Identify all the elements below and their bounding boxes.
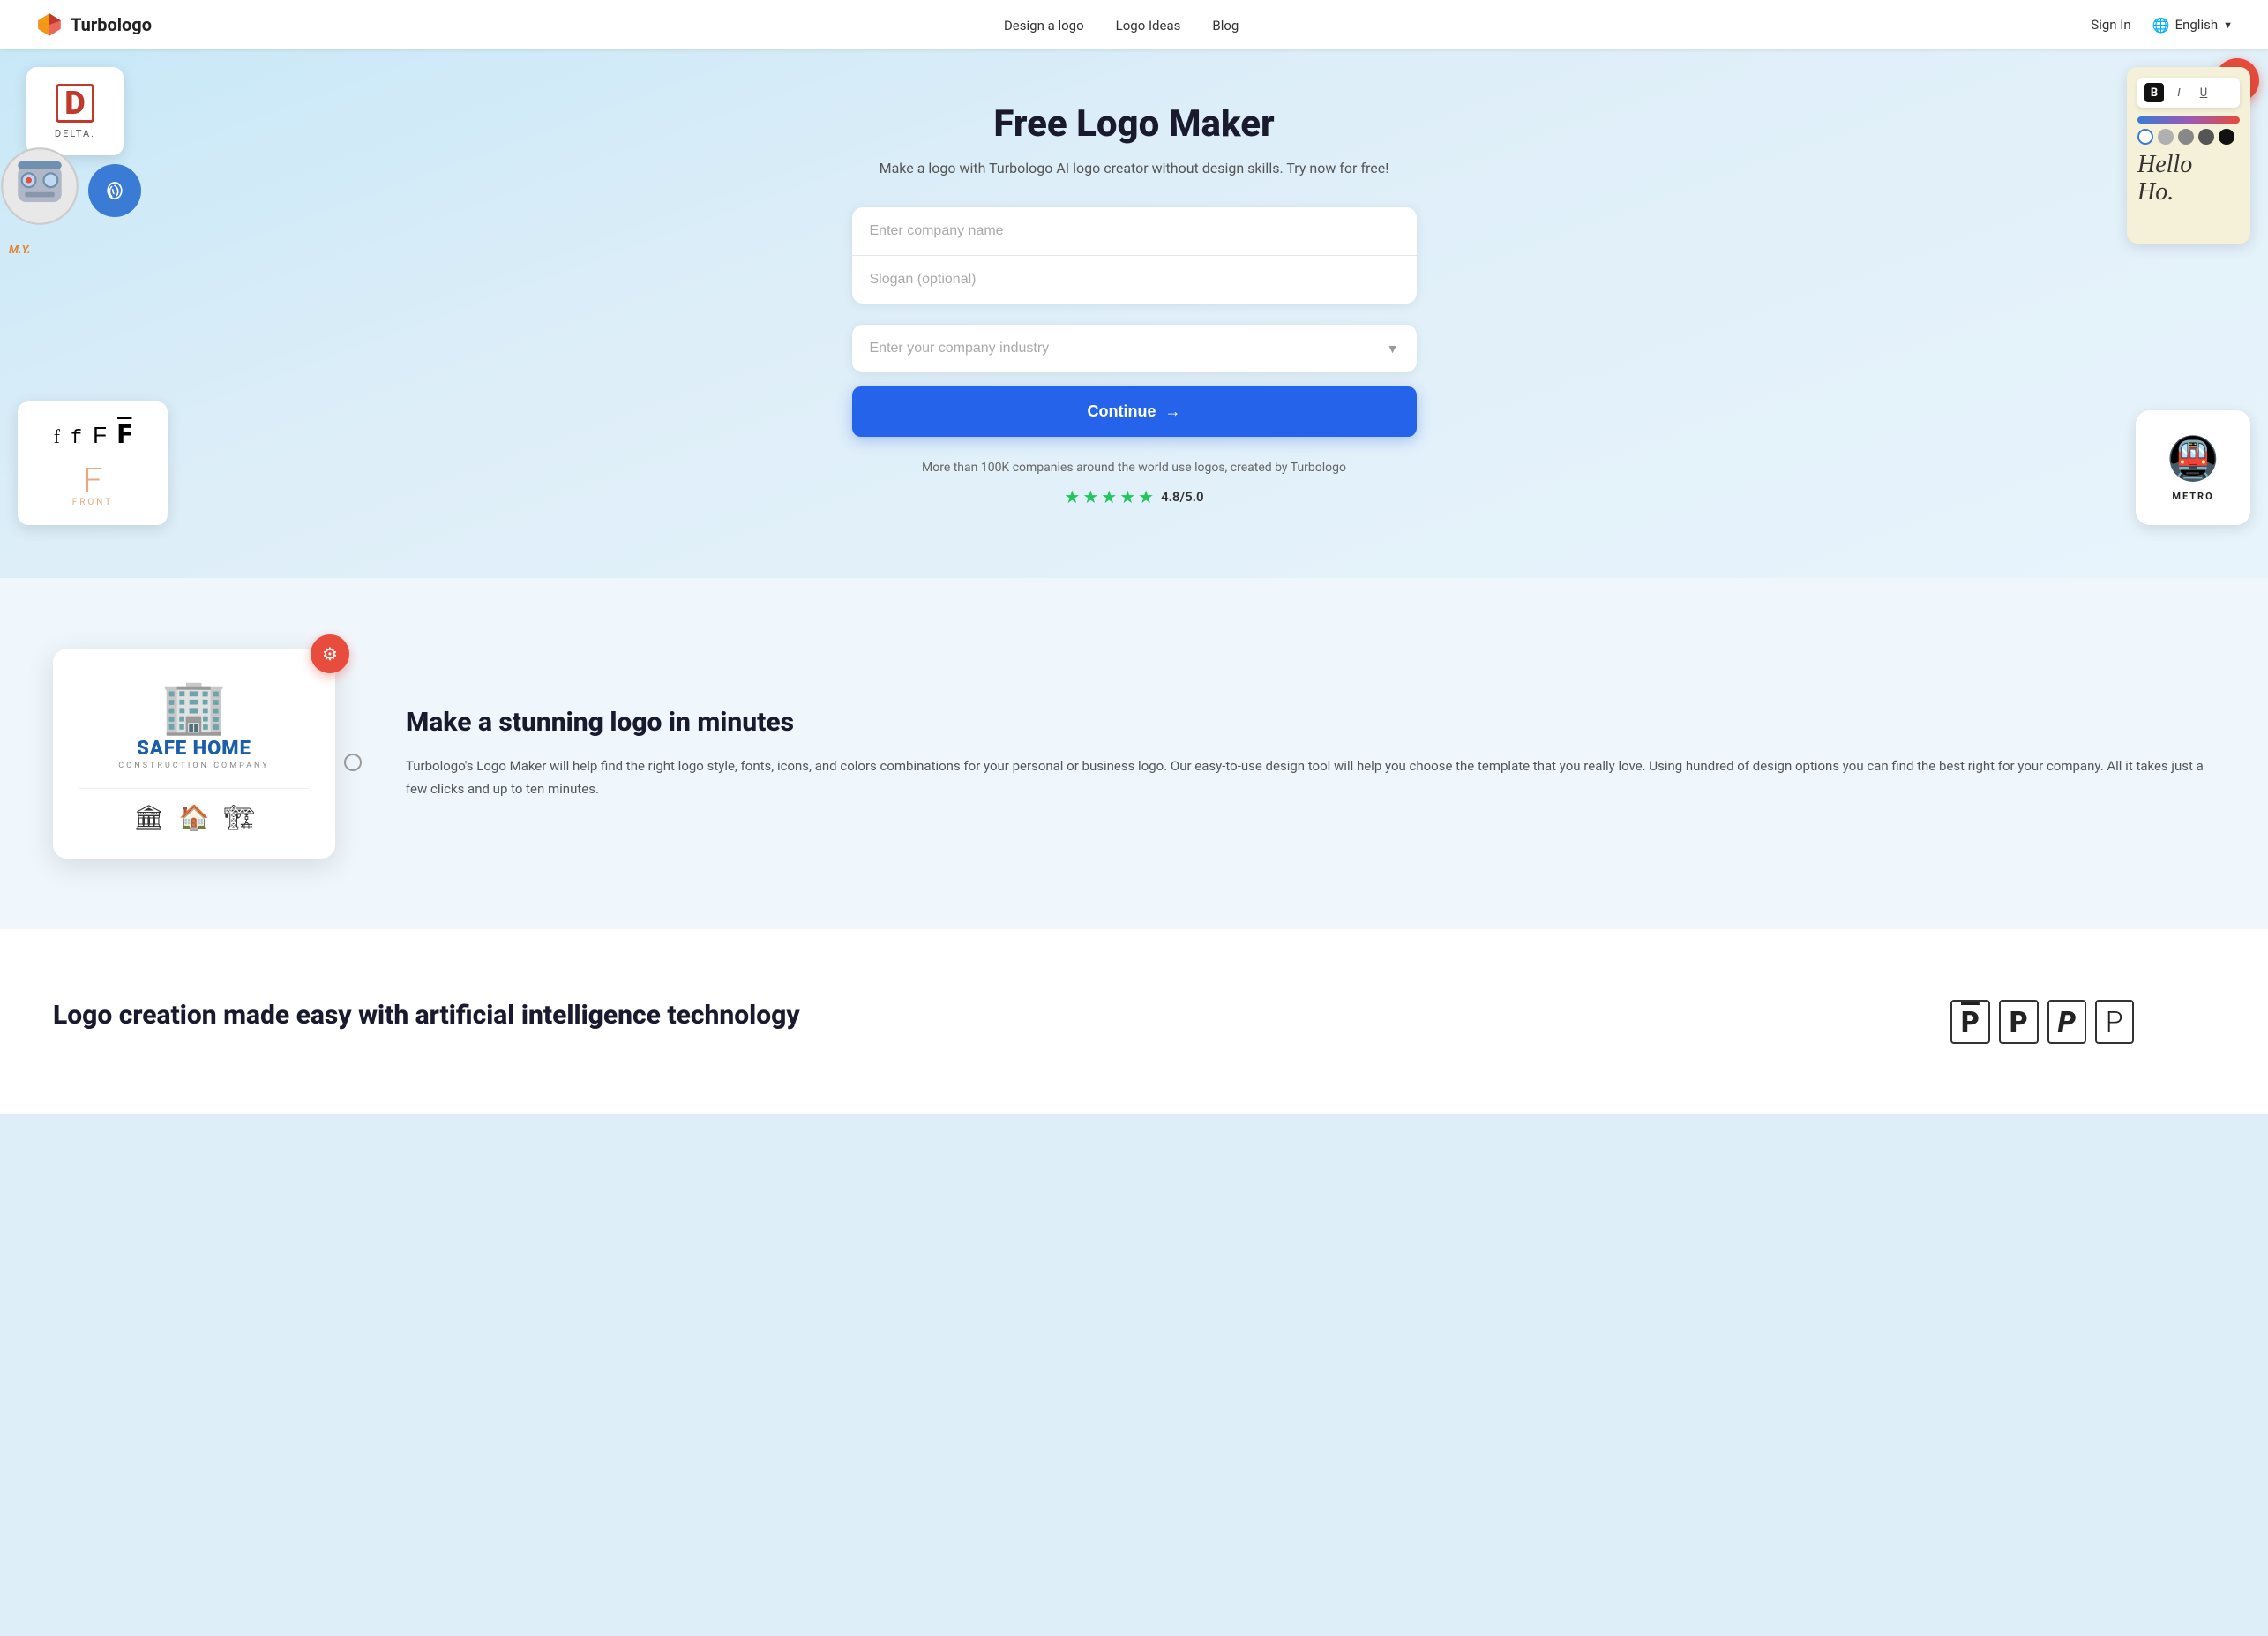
logo-text: Turbologo	[71, 14, 152, 35]
star-rating: ★ ★ ★ ★ ★	[1064, 486, 1154, 507]
bank-icon: 🏛	[133, 803, 165, 832]
section3-text: Logo creation made easy with artificial …	[53, 1000, 1880, 1041]
front-label: FRONT	[72, 498, 114, 507]
swatch-gray	[2178, 129, 2194, 145]
star-2: ★	[1082, 486, 1098, 507]
delta-letter: D	[56, 84, 94, 123]
color-gradient	[2137, 116, 2240, 124]
rating-row: ★ ★ ★ ★ ★ 4.8/5.0	[852, 486, 1417, 507]
section-ai-logo: Logo creation made easy with artificial …	[0, 929, 2268, 1114]
p-variant-3: P	[2047, 1000, 2086, 1044]
arrow-right-icon: →	[1165, 402, 1181, 421]
gear-icon: ⚙	[322, 643, 338, 664]
section2-description: Turbologo's Logo Maker will help find th…	[406, 755, 2215, 800]
robot-illustration	[0, 146, 79, 226]
hero-center: Free Logo Maker Make a logo with Turbolo…	[852, 102, 1417, 507]
slogan-input[interactable]	[852, 256, 1417, 304]
trust-text: More than 100K companies around the worl…	[852, 458, 1417, 477]
metro-label: METRO	[2172, 491, 2213, 502]
delta-logo-card: D DELTA.	[26, 67, 124, 155]
section2-title: Make a stunning logo in minutes	[406, 707, 2215, 738]
hero-section: D DELTA. M.Y.	[0, 49, 2268, 578]
hero-subtitle: Make a logo with Turbologo AI logo creat…	[852, 158, 1417, 179]
continue-label: Continue	[1088, 402, 1156, 421]
left-decorations: D DELTA. M.Y.	[0, 49, 194, 578]
safe-home-building-icon: 🏢	[161, 675, 228, 738]
font-variant-2: f	[71, 427, 82, 449]
safe-home-subtitle: CONSTRUCTION COMPANY	[118, 762, 270, 770]
star-1: ★	[1064, 486, 1080, 507]
section3-title: Logo creation made easy with artificial …	[53, 1000, 1880, 1031]
mockup-radio-button	[344, 754, 362, 771]
language-selector[interactable]: 🌐 English ▼	[2152, 17, 2233, 34]
italic-button: I	[2169, 83, 2189, 102]
navigation: Turbologo Design a logo Logo Ideas Blog …	[0, 0, 2268, 49]
industry-select-card: Enter your company industry ▼	[852, 325, 1417, 372]
p-variant-2: P	[1999, 1000, 2039, 1044]
metro-logo-card: 🚇 METRO	[2136, 410, 2250, 525]
delta-label: DELTA.	[55, 128, 95, 139]
font-variant-3: F	[93, 422, 107, 449]
mockup-gear-icon: ⚙	[311, 634, 349, 673]
color-swatches	[2137, 129, 2240, 145]
editor-toolbar: B I U	[2137, 78, 2240, 108]
star-4: ★	[1119, 486, 1135, 507]
swatch-white	[2137, 129, 2153, 145]
logo-link[interactable]: Turbologo	[35, 11, 152, 39]
nav-item-ideas[interactable]: Logo Ideas	[1116, 17, 1181, 34]
swatch-light-gray	[2158, 129, 2174, 145]
section2-text: Make a stunning logo in minutes Turbolog…	[406, 707, 2215, 800]
mockup-logo-area: 🏢 SAFE HOME CONSTRUCTION COMPANY	[79, 675, 309, 770]
text-editor-card: B I U HelloHo.	[2127, 67, 2250, 244]
continue-button[interactable]: Continue →	[852, 386, 1417, 437]
section3-right: P P P P	[1950, 1000, 2215, 1044]
right-decorations: ⚙ B I U HelloHo. 🚇 METRO	[2074, 49, 2268, 578]
font-variant-4: F	[117, 419, 131, 450]
chevron-down-icon: ▼	[1387, 341, 1399, 356]
globe-icon: 🌐	[2152, 17, 2170, 34]
p-variant-4: P	[2095, 1000, 2134, 1044]
p-variant-1: P	[1950, 1000, 1990, 1044]
house-icon: 🏠	[179, 803, 210, 832]
my-label: M.Y.	[9, 244, 31, 257]
industry-placeholder: Enter your company industry	[870, 341, 1050, 356]
p-variants: P P P P	[1950, 1000, 2215, 1044]
nav-right: Sign In 🌐 English ▼	[2091, 17, 2233, 34]
swatch-dark-gray	[2198, 129, 2214, 145]
hello-text: HelloHo.	[2137, 152, 2240, 206]
turbologo-icon	[35, 11, 64, 39]
industry-select-wrapper: Enter your company industry ▼	[852, 325, 1417, 372]
star-5: ★	[1138, 486, 1154, 507]
metro-icon: 🚇	[2167, 433, 2219, 484]
chevron-down-icon: ▼	[2223, 19, 2233, 31]
font-variant-1: f	[54, 425, 60, 448]
front-f-letter: F	[83, 464, 101, 498]
safe-home-title: SAFE HOME	[137, 738, 251, 760]
star-3: ★	[1101, 486, 1117, 507]
hero-title: Free Logo Maker	[852, 102, 1417, 146]
fingerprint-icon	[88, 164, 141, 217]
industry-select-button[interactable]: Enter your company industry ▼	[852, 325, 1417, 372]
sign-in-link[interactable]: Sign In	[2091, 17, 2130, 33]
mockup-inner: ⚙ 🏢 SAFE HOME CONSTRUCTION COMPANY 🏛 🏠 🏗	[53, 649, 335, 859]
section-make-logo: ⚙ 🏢 SAFE HOME CONSTRUCTION COMPANY 🏛 🏠 🏗…	[0, 578, 2268, 929]
nav-item-design[interactable]: Design a logo	[1004, 17, 1084, 34]
swatch-black	[2219, 129, 2234, 145]
nav-item-blog[interactable]: Blog	[1212, 17, 1239, 34]
rating-value: 4.8/5.0	[1161, 489, 1204, 505]
nav-links: Design a logo Logo Ideas Blog	[1004, 17, 1239, 34]
fonts-card: f f F F F FRONT	[18, 401, 168, 525]
company-name-input[interactable]	[852, 207, 1417, 256]
underline-button: U	[2194, 83, 2213, 102]
building-icon: 🏗	[223, 803, 255, 832]
mockup-icons-row: 🏛 🏠 🏗	[79, 788, 309, 832]
bold-button: B	[2144, 83, 2164, 102]
language-label: English	[2175, 17, 2219, 33]
logo-mockup-card: ⚙ 🏢 SAFE HOME CONSTRUCTION COMPANY 🏛 🏠 🏗	[53, 649, 335, 859]
logo-form-card	[852, 207, 1417, 304]
